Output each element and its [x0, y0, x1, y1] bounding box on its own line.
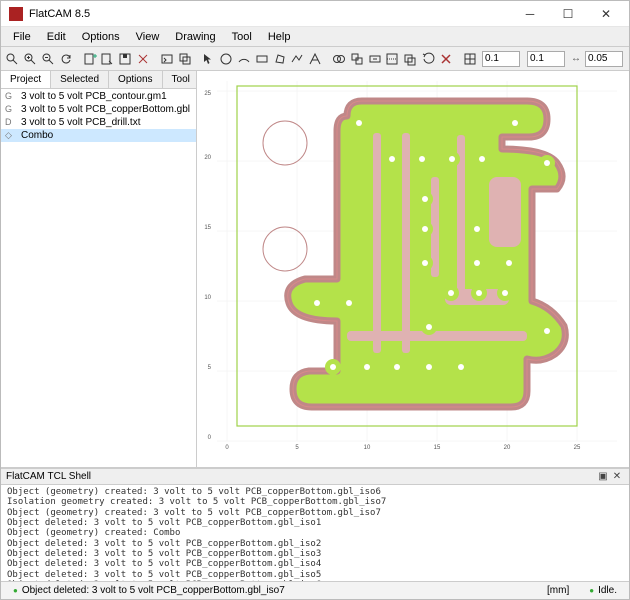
menu-tool[interactable]: Tool	[224, 29, 260, 45]
save-geo-icon[interactable]	[117, 49, 134, 69]
grid-icon[interactable]	[461, 49, 478, 69]
delete-icon[interactable]	[135, 49, 152, 69]
shell-line: Object deleted: 3 volt to 5 volt PCB_cop…	[7, 549, 623, 559]
svg-text:25: 25	[574, 445, 581, 451]
offset-input[interactable]	[585, 51, 623, 67]
edit-geo-icon[interactable]	[99, 49, 116, 69]
svg-text:10: 10	[364, 445, 371, 451]
rotate-icon[interactable]	[420, 49, 437, 69]
delete-shape-icon[interactable]	[438, 49, 455, 69]
union-icon[interactable]	[330, 49, 347, 69]
menu-bar: File Edit Options View Drawing Tool Help	[1, 27, 629, 47]
shell-line: Object deleted: 3 volt to 5 volt PCB_cop…	[7, 539, 623, 549]
grid-x-input[interactable]	[482, 51, 520, 67]
drill-icon: D	[5, 117, 17, 128]
menu-view[interactable]: View	[128, 29, 168, 45]
grid-y-input[interactable]	[527, 51, 565, 67]
close-button[interactable]: ✕	[587, 3, 625, 25]
cut-icon[interactable]	[384, 49, 401, 69]
path-tool-icon[interactable]	[289, 49, 306, 69]
zoom-in-icon[interactable]	[22, 49, 39, 69]
copy-shape-icon[interactable]	[402, 49, 419, 69]
sidebar: Project Selected Options Tool G 3 volt to…	[1, 71, 197, 467]
project-item-label: 3 volt to 5 volt PCB_drill.txt	[21, 117, 141, 128]
svg-text:15: 15	[434, 445, 441, 451]
sidebar-tabs: Project Selected Options Tool	[1, 71, 196, 89]
canvas[interactable]: 0 5 10 15 20 25 0 5 10 15 20 25	[197, 71, 629, 467]
project-list: G 3 volt to 5 volt PCB_contour.gm1 G 3 vol…	[1, 89, 196, 467]
circle-tool-icon[interactable]	[217, 49, 234, 69]
shell-output[interactable]: Object (geometry) created: 3 volt to 5 v…	[1, 485, 629, 581]
svg-text:5: 5	[208, 365, 212, 371]
shell-line: Object deleted: 3 volt to 5 volt PCB_cop…	[7, 559, 623, 569]
project-item[interactable]: G 3 volt to 5 volt PCB_copperBottom.gbl	[1, 103, 196, 116]
project-item-label: 3 volt to 5 volt PCB_copperBottom.gbl	[21, 104, 190, 115]
shell-line: Isolation geometry created: 3 volt to 5 …	[7, 497, 623, 507]
zoom-out-icon[interactable]	[40, 49, 57, 69]
toolbar: ↔	[1, 47, 629, 71]
menu-drawing[interactable]: Drawing	[167, 29, 223, 45]
svg-text:15: 15	[204, 225, 211, 231]
shell-line: Object deleted: 3 volt to 5 volt PCB_cop…	[7, 570, 623, 580]
zoom-fit-icon[interactable]	[4, 49, 21, 69]
project-item-label: Combo	[21, 130, 53, 141]
status-units: [mm]	[541, 585, 575, 596]
svg-text:5: 5	[295, 445, 299, 451]
status-bar: Object deleted: 3 volt to 5 volt PCB_cop…	[1, 581, 629, 599]
project-item[interactable]: G 3 volt to 5 volt PCB_contour.gm1	[1, 90, 196, 103]
gerber-icon: G	[5, 104, 17, 115]
window-title: FlatCAM 8.5	[29, 8, 511, 20]
tab-project[interactable]: Project	[1, 71, 51, 88]
menu-edit[interactable]: Edit	[39, 29, 74, 45]
status-message: Object deleted: 3 volt to 5 volt PCB_cop…	[7, 585, 291, 596]
shell-undock-icon[interactable]: ▣	[596, 470, 610, 484]
svg-text:20: 20	[204, 155, 211, 161]
offset-label-icon: ↔	[571, 53, 581, 64]
layers-icon[interactable]	[176, 49, 193, 69]
pointer-icon[interactable]	[199, 49, 216, 69]
svg-text:20: 20	[504, 445, 511, 451]
subtract-icon[interactable]	[366, 49, 383, 69]
menu-help[interactable]: Help	[260, 29, 299, 45]
geometry-icon: ◇	[5, 130, 17, 141]
shell-close-icon[interactable]: ✕	[610, 470, 624, 484]
new-geo-icon[interactable]	[81, 49, 98, 69]
svg-text:10: 10	[204, 295, 211, 301]
app-icon	[9, 7, 23, 21]
text-tool-icon[interactable]	[307, 49, 324, 69]
minimize-button[interactable]: ─	[511, 3, 549, 25]
arc-tool-icon[interactable]	[235, 49, 252, 69]
refresh-icon[interactable]	[58, 49, 75, 69]
project-item[interactable]: D 3 volt to 5 volt PCB_drill.txt	[1, 116, 196, 129]
project-item-label: 3 volt to 5 volt PCB_contour.gm1	[21, 91, 167, 102]
polygon-tool-icon[interactable]	[271, 49, 288, 69]
tab-tool[interactable]: Tool	[163, 71, 200, 88]
svg-text:0: 0	[225, 445, 229, 451]
project-item[interactable]: ◇ Combo	[1, 129, 196, 142]
shell-title: FlatCAM TCL Shell	[6, 471, 596, 482]
svg-text:25: 25	[204, 91, 211, 97]
menu-file[interactable]: File	[5, 29, 39, 45]
shell-line: Object (geometry) created: 3 volt to 5 v…	[7, 487, 623, 497]
tab-selected[interactable]: Selected	[51, 71, 109, 88]
shell-icon[interactable]	[158, 49, 175, 69]
rect-tool-icon[interactable]	[253, 49, 270, 69]
shell-line: Object deleted: 3 volt to 5 volt PCB_cop…	[7, 518, 623, 528]
maximize-button[interactable]: ☐	[549, 3, 587, 25]
shell-header: FlatCAM TCL Shell ▣ ✕	[1, 468, 629, 485]
menu-options[interactable]: Options	[74, 29, 128, 45]
shell-line: Object (geometry) created: Combo	[7, 528, 623, 538]
shell-line: Object (geometry) created: 3 volt to 5 v…	[7, 508, 623, 518]
tab-options[interactable]: Options	[109, 71, 162, 88]
svg-text:0: 0	[208, 435, 212, 441]
status-state: Idle.	[583, 585, 623, 596]
intersection-icon[interactable]	[348, 49, 365, 69]
gerber-icon: G	[5, 91, 17, 102]
